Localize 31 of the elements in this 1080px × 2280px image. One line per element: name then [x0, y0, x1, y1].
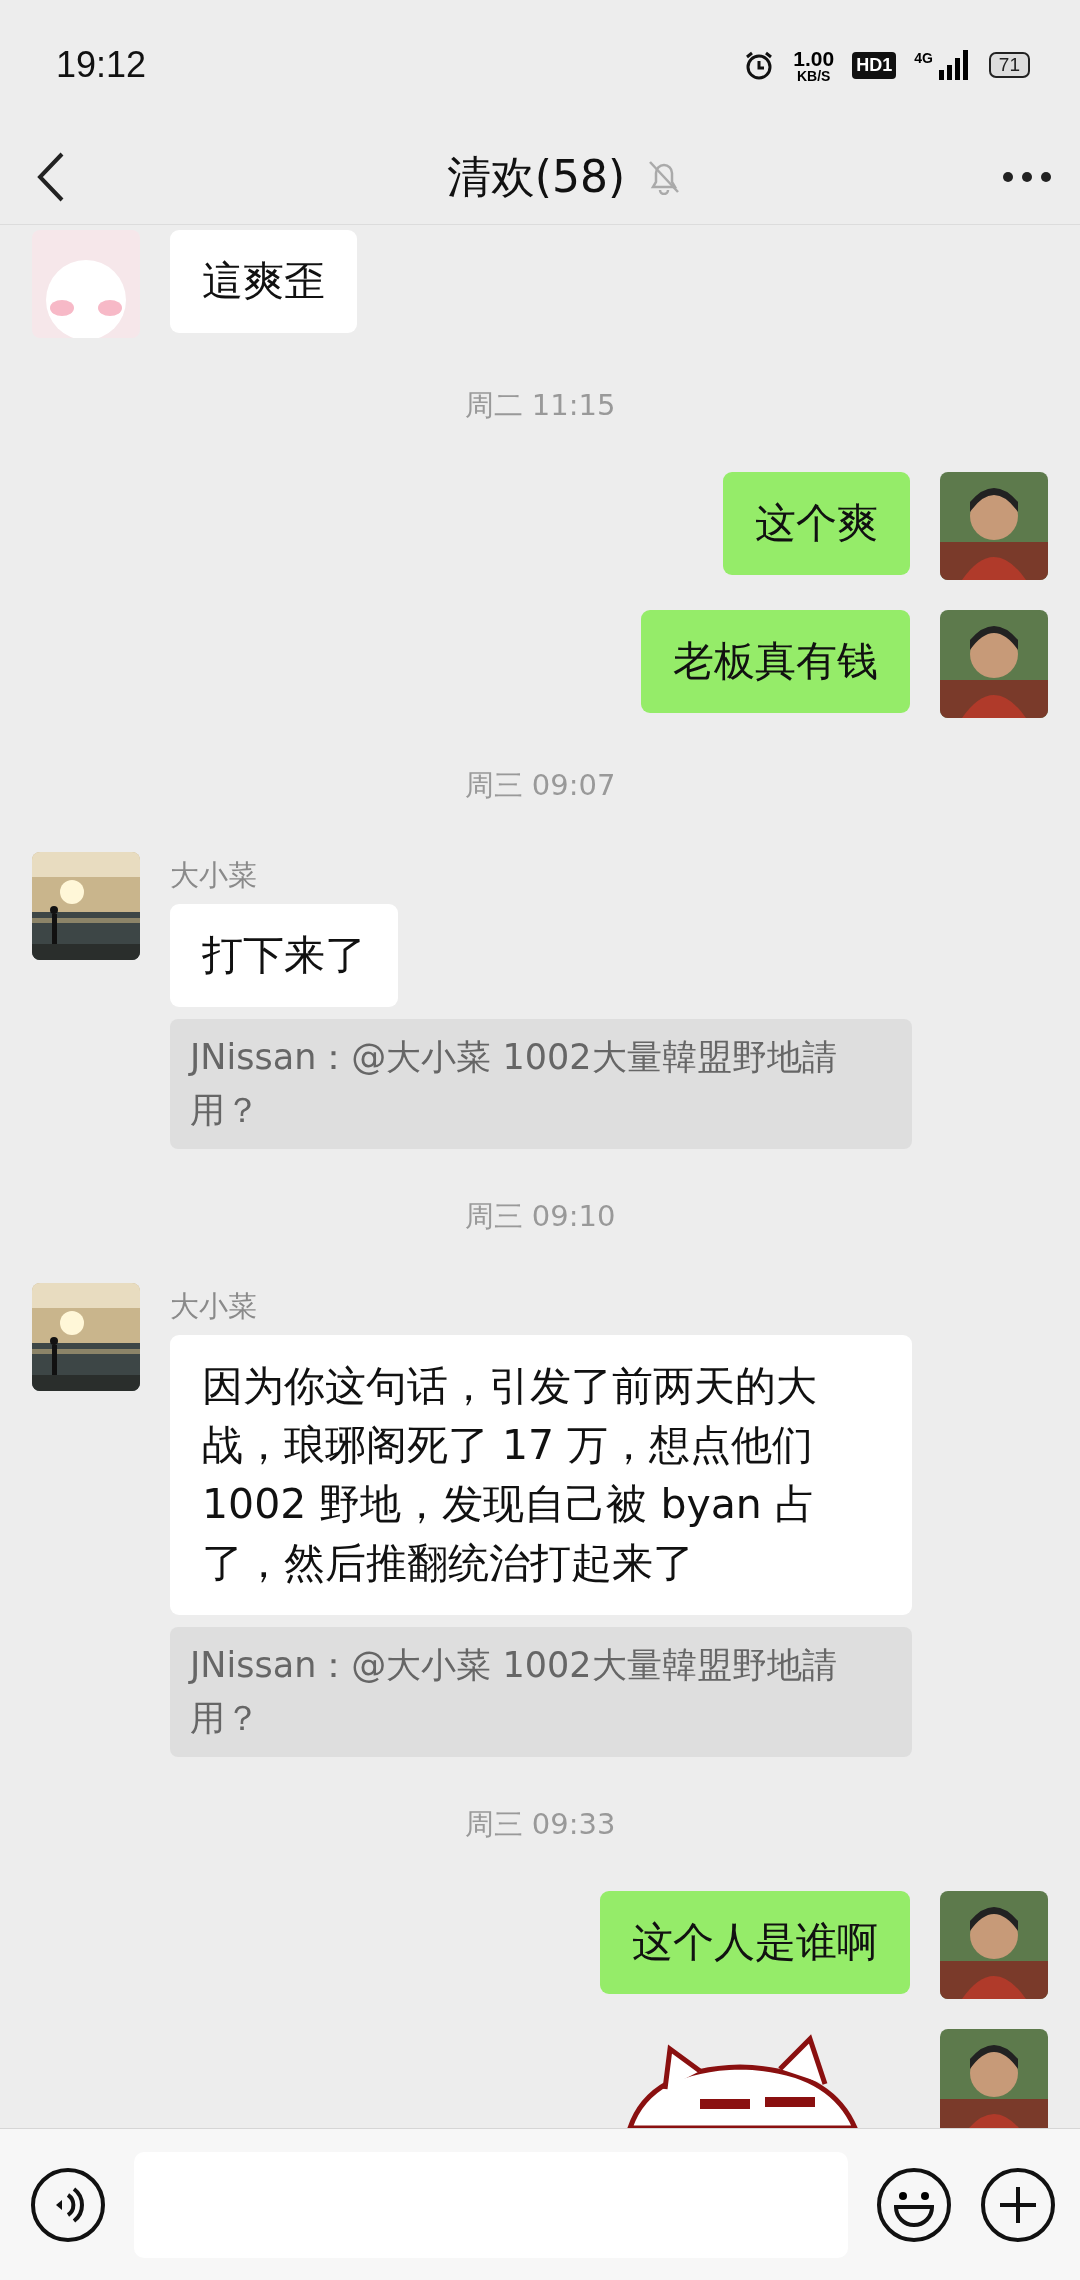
add-button[interactable] — [980, 2166, 1056, 2243]
timestamp: 周二 11:15 — [464, 387, 616, 424]
sender-name: 大小菜 — [170, 857, 257, 894]
message-bubble[interactable]: 这个爽 — [723, 472, 910, 575]
quoted-message[interactable]: JNissan：@大小菜 1002大量韓盟野地請用？ — [170, 1627, 912, 1757]
avatar-icon[interactable] — [940, 472, 1048, 580]
emoji-button[interactable] — [876, 2166, 952, 2243]
status-time: 19:12 — [56, 44, 147, 86]
sender-name: 大小菜 — [170, 1288, 257, 1325]
chat-title: 清欢(58) — [446, 149, 626, 204]
battery-level: 71 — [988, 52, 1030, 78]
message-bubble[interactable]: 這爽歪 — [170, 230, 357, 333]
timestamp: 周三 09:33 — [464, 1806, 616, 1843]
signal-icon — [936, 50, 971, 80]
hd-badge: HD1 — [852, 51, 897, 79]
avatar-icon[interactable] — [940, 1891, 1048, 1999]
timestamp: 周三 09:10 — [464, 1198, 616, 1235]
speed-unit: KB/S — [797, 68, 831, 83]
avatar-icon[interactable] — [940, 2029, 1048, 2128]
network-type: 4G — [914, 49, 933, 66]
message-bubble[interactable]: 因为你这句话，引发了前两天的大战，琅琊阁死了 17 万，想点他们 1002 野地，发现自己被 byan 占了，然后推翻统治打起来了 — [170, 1335, 912, 1615]
message-bubble[interactable]: 这个人是谁啊 — [600, 1891, 910, 1994]
network-speed: 1.00 — [793, 47, 835, 69]
timestamp: 周三 09:07 — [464, 767, 616, 804]
back-icon[interactable] — [36, 151, 66, 203]
voice-button[interactable] — [30, 2166, 106, 2243]
more-icon[interactable] — [1002, 171, 1052, 183]
avatar-icon[interactable] — [940, 610, 1048, 718]
message-bubble[interactable]: 打下来了 — [170, 904, 398, 1007]
message-bubble[interactable]: 老板真有钱 — [641, 610, 910, 713]
quoted-message[interactable]: JNissan：@大小菜 1002大量韓盟野地請用？ — [170, 1019, 912, 1149]
